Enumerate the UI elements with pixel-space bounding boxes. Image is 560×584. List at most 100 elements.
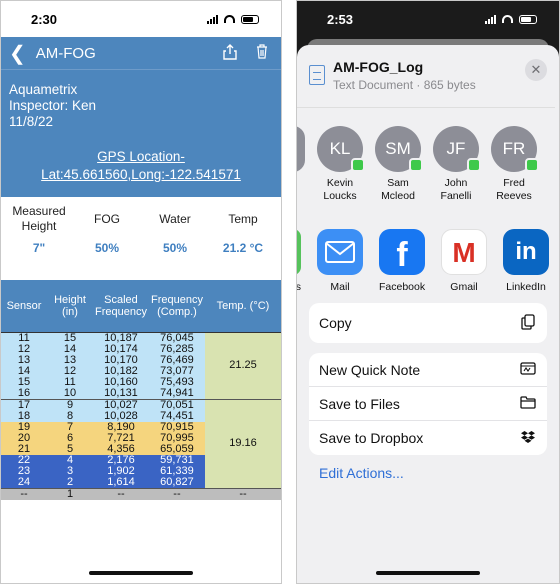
contact-kevin-loucks[interactable]: KL Kevin Loucks (317, 126, 365, 219)
messages-badge-icon (525, 158, 539, 172)
table-cell: 10,170 (93, 354, 149, 366)
signal-icon (207, 14, 218, 24)
table-cell: 4,356 (93, 443, 149, 455)
quick-note-icon (519, 361, 537, 378)
copy-action[interactable]: Copy (309, 303, 547, 343)
partial-app-label: es (296, 281, 301, 293)
contact-sam-mcleod[interactable]: SM Sam Mcleod (375, 126, 423, 219)
home-indicator (376, 571, 480, 575)
share-app-linkedin[interactable]: in LinkedIn (503, 229, 549, 303)
trash-icon[interactable] (251, 44, 273, 62)
share-app-mail[interactable]: Mail (317, 229, 363, 303)
action-label: Save to Files (319, 395, 400, 412)
reading-label: FOG (94, 211, 120, 226)
table-cell: 8,190 (93, 421, 149, 433)
table-cell: 2 (47, 476, 93, 488)
table-cell: 16 (1, 387, 47, 399)
action-label: New Quick Note (319, 361, 421, 378)
table-cell: 12 (1, 343, 47, 355)
table-cell: 7,721 (93, 432, 149, 444)
status-time: 2:53 (327, 11, 354, 27)
avatar: FR (491, 126, 539, 172)
table-cell: 76,469 (148, 354, 205, 366)
reading-value: 50% (162, 241, 188, 255)
table-cell: 10 (47, 387, 93, 399)
table-cell: 73,077 (148, 365, 205, 377)
back-chevron-icon[interactable]: ❮ (9, 41, 26, 66)
table-cell: 76,285 (148, 343, 205, 355)
reading-value: 7" (32, 241, 46, 255)
share-header: AM-FOG_Log Text Document · 865 bytes ✕ (297, 45, 559, 107)
file-name: AM-FOG_Log (333, 59, 424, 75)
status-bar: 2:30 (1, 1, 281, 37)
contact-fred-reeves[interactable]: FR Fred Reeves (491, 126, 539, 219)
table-cell: 11 (1, 332, 47, 344)
inspector-name: Inspector: Ken (9, 98, 97, 113)
column-header: Height (in) (47, 280, 93, 333)
close-button[interactable]: ✕ (525, 59, 547, 81)
battery-icon (519, 14, 537, 24)
gps-location-link[interactable]: GPS Location- Lat:45.661560,Long:-122.54… (9, 148, 273, 184)
table-cell: 10,182 (93, 365, 149, 377)
table-cell: 11 (47, 376, 93, 388)
app-name: Mail (330, 281, 350, 293)
table-cell: 10,131 (93, 387, 149, 399)
summary-readings: Measured Height FOG Water Temp 7" 50% 50… (1, 197, 281, 280)
share-app-gmail[interactable]: M Gmail (441, 229, 487, 303)
table-cell: 10,027 (93, 398, 149, 411)
home-indicator (89, 571, 193, 575)
column-header: Sensor (1, 280, 47, 333)
contact-john-fanelli[interactable]: JF John Fanelli (433, 126, 481, 219)
inspection-date: 11/8/22 (9, 114, 54, 129)
table-cell: 15 (1, 376, 47, 388)
share-icon[interactable] (219, 43, 241, 63)
table-cell: 4 (47, 454, 93, 466)
table-cell: 75,493 (148, 376, 205, 388)
table-cell: 9 (47, 398, 93, 411)
temp-cell: 19.16 (204, 398, 281, 488)
table-cell: 6 (47, 432, 93, 444)
table-cell: 10,028 (93, 410, 149, 422)
column-header: Temp. (°C) (204, 280, 281, 333)
avatar: KL (317, 126, 365, 172)
table-cell: -- (148, 487, 205, 500)
partial-app-icon[interactable] (297, 229, 301, 275)
table-cell: 10,187 (93, 332, 149, 344)
table-row: 11 15 10,187 76,045 21.25 (1, 332, 281, 399)
table-cell: 13 (47, 354, 93, 366)
table-cell: 21 (1, 443, 47, 455)
table-cell: 3 (47, 465, 93, 477)
mail-icon (317, 229, 363, 275)
column-header: Scaled Frequency (93, 280, 149, 333)
gps-coordinates: Lat:45.661560,Long:-122.541571 (41, 167, 241, 182)
table-cell: 59,731 (148, 454, 205, 466)
save-to-dropbox-action[interactable]: Save to Dropbox (309, 421, 547, 455)
partial-contact-avatar[interactable] (297, 126, 305, 172)
save-to-files-action[interactable]: Save to Files (309, 387, 547, 421)
folder-icon (519, 395, 537, 412)
contact-name: Sam Mcleod (381, 177, 415, 202)
wifi-icon (502, 15, 513, 23)
table-cell: 1 (47, 487, 93, 500)
new-quick-note-action[interactable]: New Quick Note (309, 353, 547, 387)
table-cell: 24 (1, 476, 47, 488)
copy-icon (519, 313, 537, 333)
nav-bar: ❮ AM-FOG (1, 37, 281, 69)
temp-cell: 21.25 (204, 332, 281, 399)
table-cell: -- (1, 487, 47, 500)
reading-label: Measured Height (12, 204, 66, 233)
table-cell: 17 (1, 398, 47, 411)
share-sheet: AM-FOG_Log Text Document · 865 bytes ✕ K… (297, 45, 559, 583)
edit-actions-link[interactable]: Edit Actions... (309, 465, 547, 481)
reading-value: 21.2 °C (222, 241, 264, 255)
facebook-icon: f (379, 229, 425, 275)
app-name: Gmail (450, 281, 478, 293)
table-cell: 10,174 (93, 343, 149, 355)
table-cell: 76,045 (148, 332, 205, 344)
gps-label: GPS Location- (97, 149, 185, 164)
table-cell: 15 (47, 332, 93, 344)
contact-name: Kevin Loucks (323, 177, 357, 202)
share-app-facebook[interactable]: f Facebook (379, 229, 425, 303)
table-cell: 5 (47, 443, 93, 455)
table-cell: 60,827 (148, 476, 205, 488)
